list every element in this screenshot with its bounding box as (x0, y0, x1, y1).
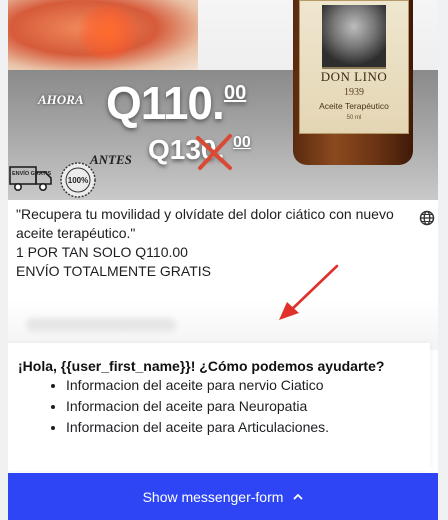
globe-icon[interactable] (419, 210, 435, 226)
back-pain-photo (8, 0, 198, 70)
ad-image: DON LINO 1939 Aceite Terapéutico 50 ml A… (8, 0, 438, 200)
post-line: 1 POR TAN SOLO Q110.00 (16, 244, 188, 260)
ahora-label: AHORA (38, 92, 84, 107)
truck-text: ENVÍO GRATIS (12, 169, 51, 177)
satisfaction-seal-icon: 100% (60, 162, 96, 198)
price-now: Q110. (106, 77, 225, 129)
post-line: aceite terapéutico." (16, 225, 136, 241)
bottle-year: 1939 (344, 87, 364, 98)
price-before-cents: 00 (233, 134, 251, 151)
seal-text: 100% (68, 176, 88, 185)
price-now-cents: 00 (224, 82, 247, 104)
greeting-text: ¡Hola, {{user_first_name}}! ¿Cómo podemo… (18, 358, 385, 374)
oil-bottle-image: DON LINO 1939 Aceite Terapéutico 50 ml (293, 0, 413, 165)
button-label: Show messenger-form (142, 488, 284, 505)
option-item[interactable]: Informacion del aceite para Articulacion… (66, 417, 329, 438)
strikethrough-x-icon (196, 134, 232, 170)
blurred-placeholder (26, 318, 176, 332)
bottle-description: Aceite Terapéutico (319, 101, 389, 111)
show-messenger-form-button[interactable]: Show messenger-form (8, 473, 438, 520)
bottle-volume: 50 ml (346, 115, 362, 121)
portrait-image (322, 5, 386, 69)
option-item[interactable]: Informacion del aceite para nervio Ciati… (66, 375, 329, 396)
post-line: "Recupera tu movilidad y olvídate del do… (16, 206, 394, 222)
options-list: Informacion del aceite para nervio Ciati… (18, 375, 329, 438)
annotation-arrow-icon (279, 264, 339, 320)
option-item[interactable]: Informacion del aceite para Neuropatia (66, 396, 329, 417)
post-caption: "Recupera tu movilidad y olvídate del do… (16, 205, 416, 281)
ad-preview-card: DON LINO 1939 Aceite Terapéutico 50 ml A… (8, 0, 438, 520)
messenger-greeting-card: ¡Hola, {{user_first_name}}! ¿Cómo podemo… (8, 343, 430, 471)
bottle-label: DON LINO 1939 Aceite Terapéutico 50 ml (299, 0, 409, 134)
delivery-truck-icon: ENVÍO GRATIS (9, 166, 52, 191)
post-line: ENVÍO TOTALMENTE GRATIS (16, 263, 211, 279)
chevron-up-icon (294, 494, 303, 500)
bottle-brand: DON LINO (320, 69, 388, 84)
